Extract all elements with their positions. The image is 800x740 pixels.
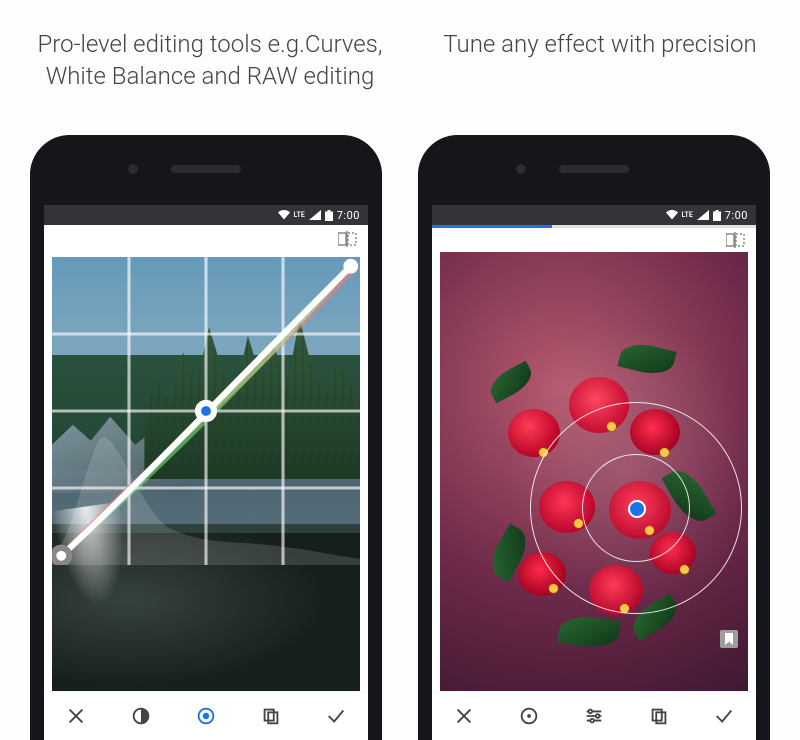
battery-icon: [325, 210, 333, 221]
editor-bottombar: [432, 691, 756, 740]
status-bar: LTE 7:00: [44, 205, 368, 225]
channel-luminance-button[interactable]: [121, 696, 161, 736]
network-label: LTE: [294, 212, 305, 219]
editor-bottombar: [44, 691, 368, 740]
phone-mockup-right: LTE 7:00 Blur Strength +37: [418, 135, 770, 740]
network-label: LTE: [682, 212, 693, 219]
promo-caption-left: Pro-level editing tools e.g.Curves, Whit…: [30, 28, 390, 93]
phone-mockup-left: LTE 7:00: [30, 135, 382, 740]
battery-icon: [713, 210, 721, 221]
status-bar: LTE 7:00: [432, 205, 756, 225]
status-time: 7:00: [337, 209, 360, 222]
promo-caption-right: Tune any effect with precision: [420, 28, 780, 60]
image-canvas[interactable]: [52, 257, 360, 702]
adjust-sliders-button[interactable]: [574, 696, 614, 736]
styles-button[interactable]: [251, 696, 291, 736]
styles-button[interactable]: [639, 696, 679, 736]
confirm-button[interactable]: [316, 696, 356, 736]
focus-target-button[interactable]: [509, 696, 549, 736]
channel-rgb-button[interactable]: [186, 696, 226, 736]
wifi-icon: [666, 210, 678, 220]
image-canvas[interactable]: [440, 252, 748, 702]
signal-icon: [309, 210, 321, 220]
confirm-button[interactable]: [704, 696, 744, 736]
compare-icon[interactable]: [338, 231, 358, 251]
cancel-button[interactable]: [56, 696, 96, 736]
cancel-button[interactable]: [444, 696, 484, 736]
wifi-icon: [278, 210, 290, 220]
focus-center-handle[interactable]: [628, 500, 646, 518]
compare-icon[interactable]: [726, 232, 746, 252]
status-time: 7:00: [725, 209, 748, 222]
curves-handles[interactable]: [52, 257, 360, 565]
editor-topbar: [44, 225, 368, 257]
signal-icon: [697, 210, 709, 220]
bookmark-icon[interactable]: [720, 630, 738, 648]
